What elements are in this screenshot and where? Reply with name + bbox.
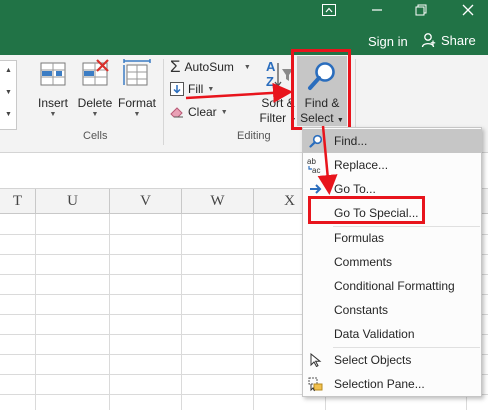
menu-item-selection-pane[interactable]: Selection Pane... <box>303 372 481 396</box>
column-header[interactable]: W <box>182 189 254 214</box>
svg-text:ab: ab <box>307 157 316 166</box>
chevron-down-icon: ▼ <box>207 85 215 93</box>
column-header[interactable]: V <box>110 189 182 214</box>
clear-button[interactable]: Clear ▼ <box>170 105 228 119</box>
delete-label: Delete <box>77 96 113 110</box>
sort-filter-icon: A Z <box>266 59 293 89</box>
menu-item-replace[interactable]: ab ac Replace... <box>303 153 481 177</box>
menu-icon-slot <box>303 226 329 250</box>
format-label: Format <box>117 96 156 110</box>
go-to-special-highlight <box>308 196 425 224</box>
replace-icon: ab ac <box>303 153 329 177</box>
sigma-icon: Σ <box>170 57 181 76</box>
insert-button[interactable]: Insert ▼ <box>34 57 72 119</box>
format-cells-icon <box>123 59 151 86</box>
menu-item-data-validation[interactable]: Data Validation <box>303 322 481 346</box>
fill-label: Fill <box>188 82 204 96</box>
find-select-highlight <box>291 49 351 130</box>
sort-filter-label-2-text: Filter <box>259 111 287 125</box>
chevron-down-icon: ▼ <box>49 111 57 118</box>
menu-item-select-objects[interactable]: Select Objects <box>303 348 481 372</box>
chevron-down-icon: ▼ <box>243 63 251 71</box>
grid-line <box>253 214 254 410</box>
clear-label: Clear <box>188 105 217 119</box>
close-icon[interactable] <box>457 4 479 20</box>
menu-item-label: Comments <box>334 255 393 269</box>
svg-text:Z: Z <box>266 74 274 89</box>
menu-item-conditional-formatting[interactable]: Conditional Formatting <box>303 274 481 298</box>
fill-button[interactable]: Fill ▼ <box>170 82 214 96</box>
column-header-label: W <box>210 193 225 209</box>
pointer-icon <box>303 348 329 372</box>
menu-item-label: Formulas <box>334 231 385 245</box>
column-header-label: T <box>12 193 23 209</box>
column-header[interactable]: U <box>36 189 110 214</box>
menu-item-label: Constants <box>334 303 389 317</box>
autosum-button[interactable]: Σ AutoSum ▼ <box>170 57 251 76</box>
menu-item-label: Select Objects <box>334 353 412 367</box>
svg-text:ac: ac <box>312 166 320 174</box>
menu-icon-slot <box>303 274 329 298</box>
grid-line <box>35 214 36 410</box>
delete-button[interactable]: Delete ▼ <box>75 57 115 119</box>
fill-down-icon <box>170 82 184 96</box>
grid-line <box>181 214 182 410</box>
format-button[interactable]: Format ▼ <box>116 57 158 119</box>
minimize-icon[interactable] <box>366 4 388 20</box>
share-button[interactable]: Share <box>421 32 476 48</box>
menu-item-label: Conditional Formatting <box>334 279 455 293</box>
ribbon-display-options-icon[interactable] <box>318 4 340 20</box>
menu-item-label: Selection Pane... <box>334 377 425 391</box>
find-select-menu: Find... ab ac Replace... Go To... Go To … <box>302 127 482 397</box>
eraser-icon <box>170 107 183 118</box>
cells-group-label: Cells <box>83 130 108 142</box>
person-icon <box>421 33 436 48</box>
autosum-label: AutoSum <box>184 60 234 74</box>
grid-line <box>109 214 110 410</box>
svg-text:A: A <box>266 59 276 74</box>
chevron-down-icon: ▼ <box>91 111 99 118</box>
chevron-down-icon: ▼ <box>220 108 228 116</box>
column-header[interactable]: T <box>0 189 36 214</box>
column-header-label: U <box>67 193 78 209</box>
restore-icon[interactable] <box>410 4 432 20</box>
menu-item-label: Data Validation <box>334 327 415 341</box>
insert-label: Insert <box>37 96 68 110</box>
menu-icon-slot <box>303 298 329 322</box>
menu-icon-slot <box>303 250 329 274</box>
column-header-label: V <box>140 193 151 209</box>
menu-item-comments[interactable]: Comments <box>303 250 481 274</box>
magnifier-icon <box>303 129 329 153</box>
styles-gallery-scroll[interactable]: ▲ ▼ ▼ <box>0 60 17 130</box>
chevron-down-icon: ▼ <box>133 111 141 118</box>
selection-pane-icon <box>303 372 329 396</box>
menu-item-label: Replace... <box>334 158 389 172</box>
sign-in-link[interactable]: Sign in <box>368 34 408 49</box>
title-bar: Sign in Share <box>0 0 488 55</box>
menu-item-formulas[interactable]: Formulas <box>303 226 481 250</box>
group-divider <box>163 59 164 145</box>
menu-item-label: Go To... <box>334 182 376 196</box>
menu-item-constants[interactable]: Constants <box>303 298 481 322</box>
editing-group-label: Editing <box>237 130 271 142</box>
insert-cells-icon <box>40 62 66 86</box>
menu-item-label: Find... <box>334 134 368 148</box>
column-header-label: X <box>284 193 295 209</box>
share-label: Share <box>441 32 476 48</box>
menu-icon-slot <box>303 322 329 346</box>
menu-item-find[interactable]: Find... <box>303 129 481 153</box>
delete-cells-icon <box>82 59 109 86</box>
